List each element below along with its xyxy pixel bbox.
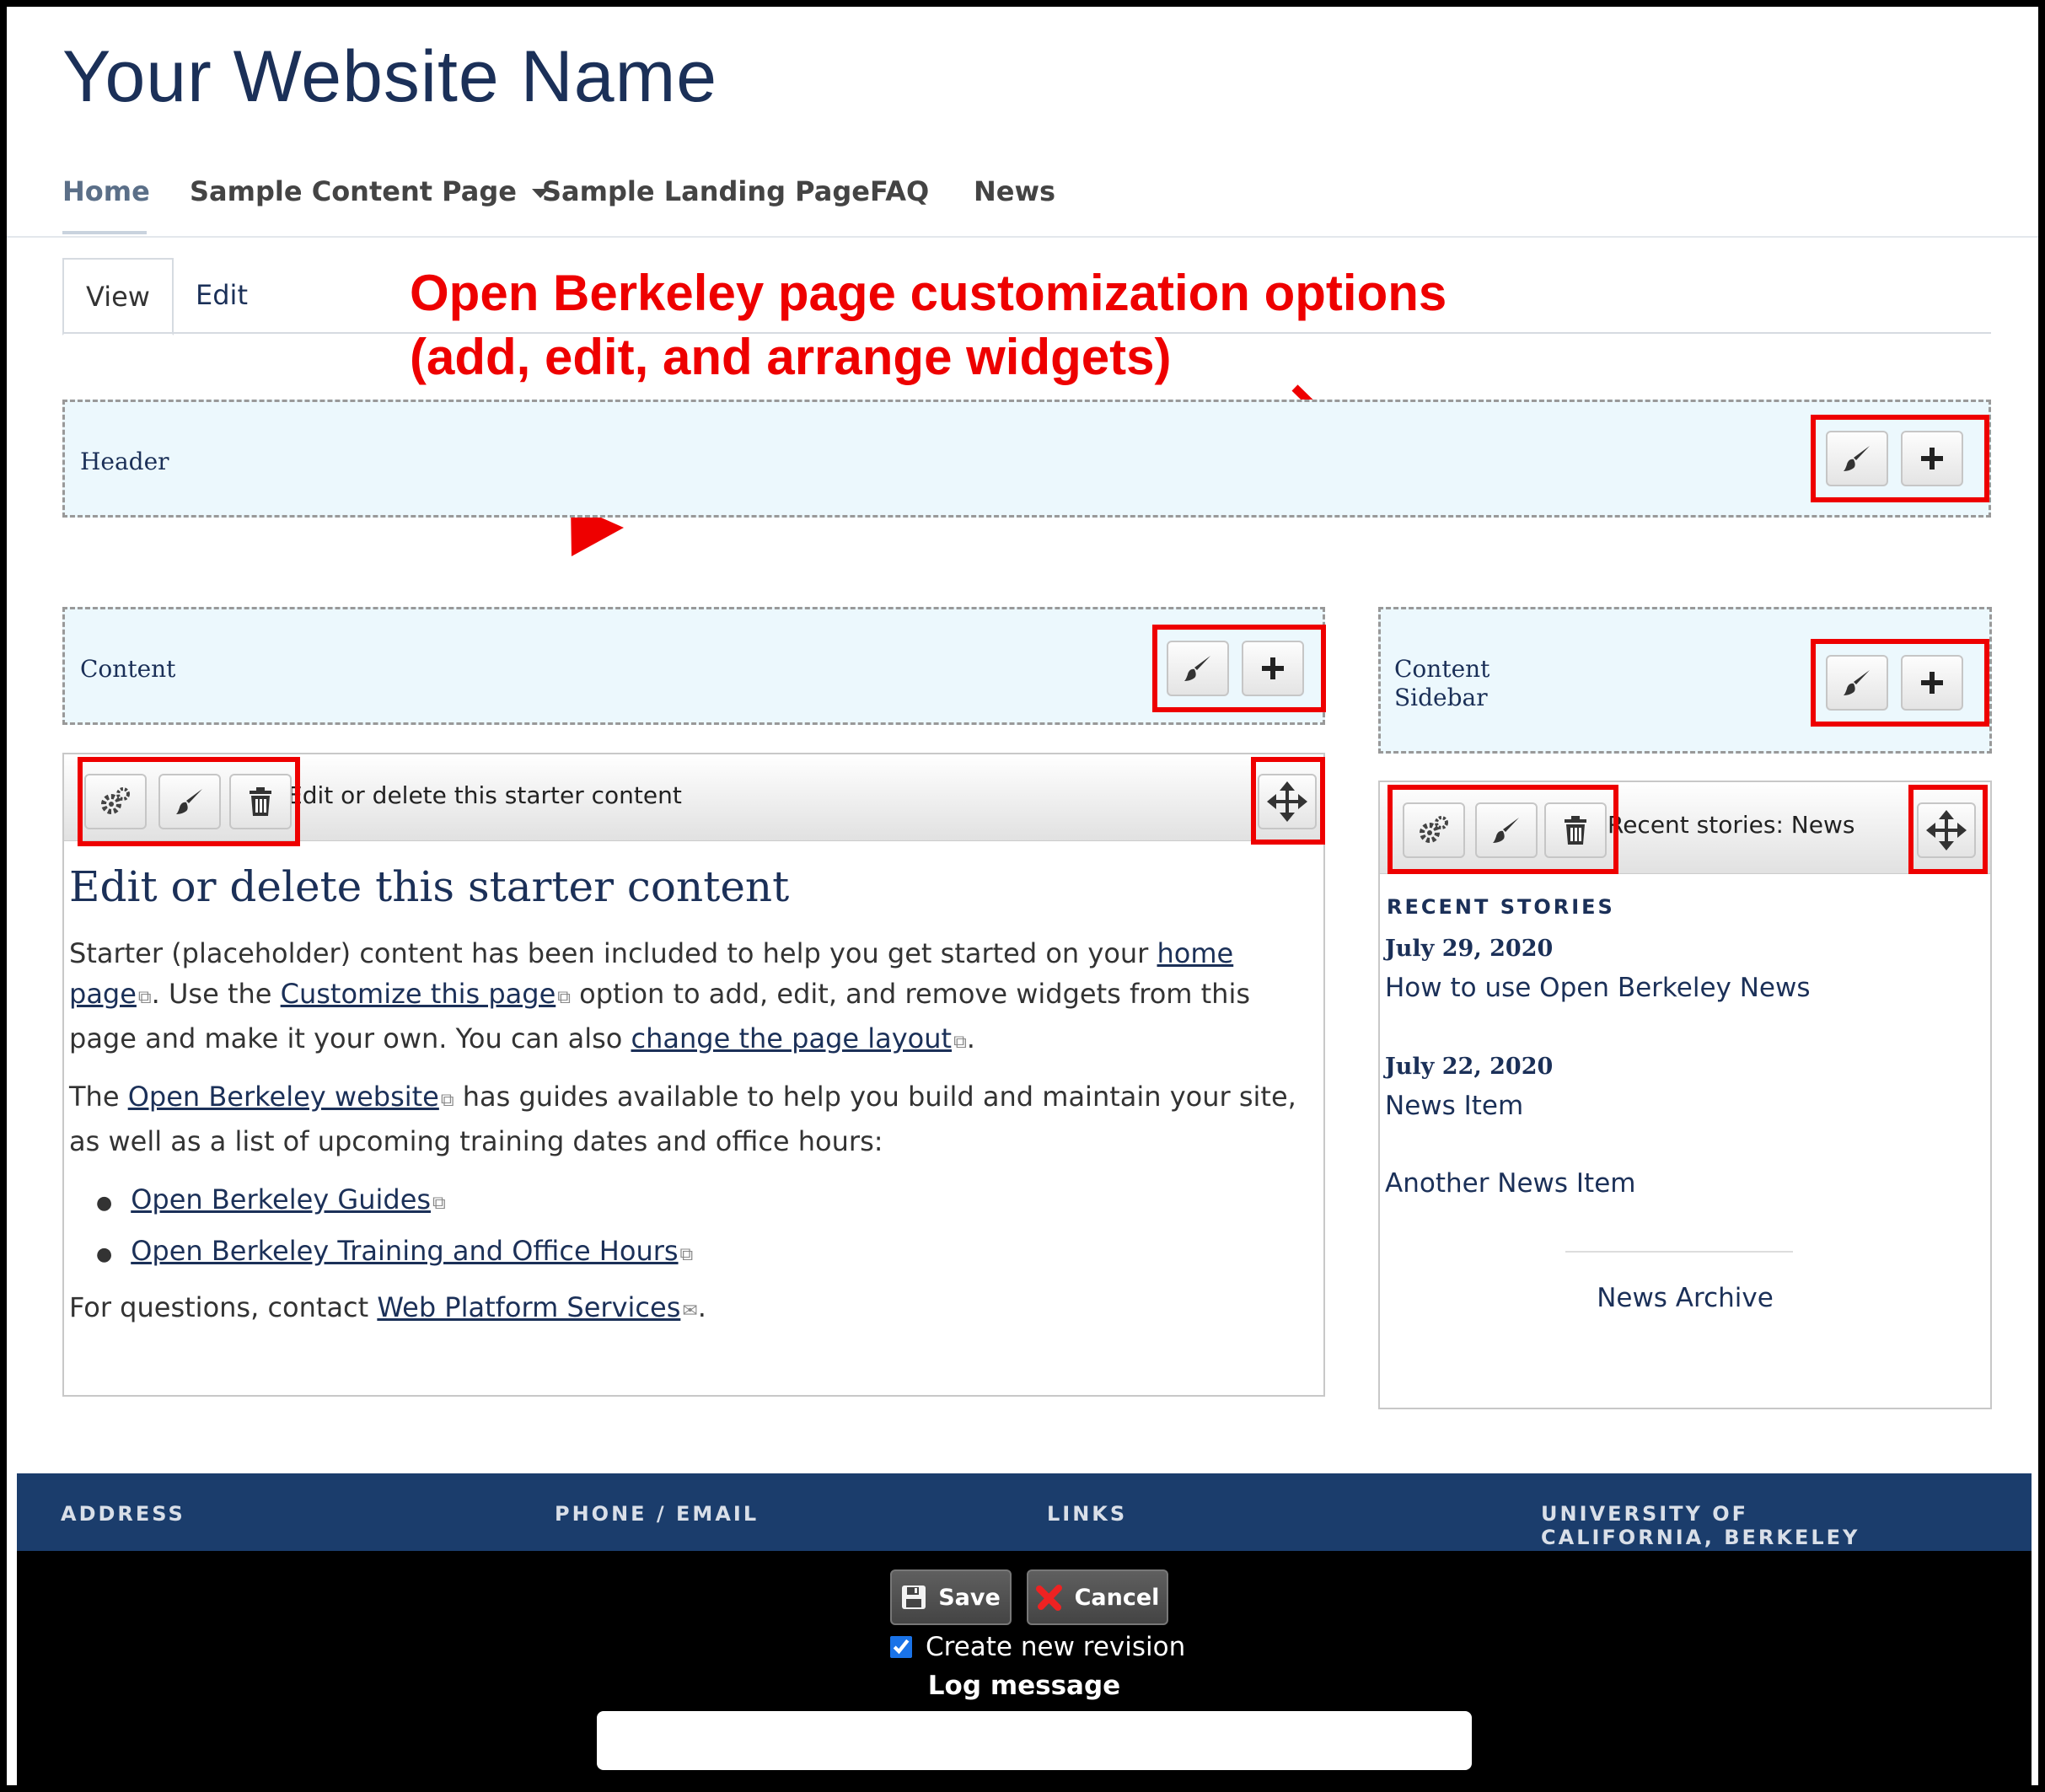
region-label-header: Header [80, 448, 169, 475]
screenshot-frame: Your Website Name Home Sample Content Pa… [7, 7, 2038, 1785]
pane-title: Recent stories: News [1608, 811, 1855, 839]
log-message-field[interactable] [597, 1711, 1472, 1770]
external-link-icon: ⧉ [432, 1193, 446, 1214]
footer-heading-phone-email: PHONE / EMAIL [555, 1502, 759, 1526]
floppy-disk-icon [902, 1585, 926, 1609]
region-content: Content [62, 607, 1325, 725]
story-link[interactable]: How to use Open Berkeley News [1385, 973, 1811, 1003]
story-date: July 22, 2020 [1385, 1054, 1554, 1080]
open-berkeley-guides-link[interactable]: Open Berkeley Guides [131, 1183, 431, 1215]
save-label: Save [938, 1584, 1001, 1611]
highlight-header-controls [1811, 415, 1989, 502]
highlight-sidebar-controls [1811, 639, 1989, 727]
region-label-sidebar-1: Content [1394, 655, 1490, 683]
starter-heading: Edit or delete this starter content [69, 862, 790, 911]
red-x-icon [1035, 1585, 1062, 1611]
training-office-hours-link[interactable]: Open Berkeley Training and Office Hours [131, 1235, 678, 1267]
create-revision-row: Create new revision [890, 1632, 1185, 1662]
create-revision-checkbox[interactable] [890, 1636, 912, 1658]
text: . Use the [151, 978, 281, 1010]
pane-recent-stories: Recent stories: News RECENT STORIES July… [1378, 781, 1992, 1409]
cancel-label: Cancel [1074, 1584, 1160, 1611]
external-link-icon: ⧉ [137, 987, 152, 1008]
story-link[interactable]: News Item [1385, 1091, 1523, 1121]
footer-heading-address: ADDRESS [61, 1502, 185, 1526]
external-link-icon: ⧉ [953, 1032, 967, 1053]
text: . [697, 1291, 706, 1323]
resources-list: ● Open Berkeley Guides⧉ ● Open Berkeley Tr… [96, 1179, 693, 1275]
site-footer: ADDRESS PHONE / EMAIL LINKS UNIVERSITY O… [17, 1473, 2032, 1551]
story-link[interactable]: Another News Item [1385, 1168, 1635, 1199]
footer-heading-links: LINKS [1047, 1502, 1128, 1526]
starter-paragraph-1: Starter (placeholder) content has been i… [69, 933, 1308, 1063]
highlight-starter-move [1251, 757, 1325, 845]
open-berkeley-website-link[interactable]: Open Berkeley website [128, 1081, 439, 1113]
text: For questions, contact [69, 1291, 378, 1323]
region-header: Header [62, 400, 1991, 518]
region-label-sidebar-2: Sidebar [1394, 684, 1488, 711]
web-platform-services-link[interactable]: Web Platform Services [377, 1291, 680, 1323]
highlight-content-controls [1152, 625, 1326, 712]
starter-paragraph-3: For questions, contact Web Platform Serv… [69, 1287, 706, 1332]
list-item: ● Open Berkeley Guides⧉ [96, 1183, 446, 1215]
highlight-starter-controls [78, 757, 300, 846]
text: . [966, 1022, 975, 1054]
region-label-content: Content [80, 655, 176, 683]
list-item: ● Open Berkeley Training and Office Hours… [96, 1235, 694, 1267]
text: The [69, 1081, 128, 1113]
cancel-button[interactable]: Cancel [1027, 1569, 1168, 1625]
highlight-recent-stories-controls [1387, 785, 1618, 874]
external-link-icon: ⧉ [679, 1244, 694, 1265]
log-message-label: Log message [927, 1671, 1121, 1701]
mail-icon: ✉ [682, 1301, 698, 1322]
divider [1565, 1251, 1793, 1253]
recent-stories-heading: RECENT STORIES [1387, 895, 1615, 919]
pane-title: Edit or delete this starter content [287, 781, 682, 809]
starter-paragraph-2: The Open Berkeley website⧉ has guides av… [69, 1076, 1317, 1162]
external-link-icon: ⧉ [557, 987, 571, 1008]
save-button[interactable]: Save [890, 1569, 1012, 1625]
news-archive-link[interactable]: News Archive [1380, 1283, 1990, 1313]
footer-heading-uc-berkeley: UNIVERSITY OF CALIFORNIA, BERKELEY [1541, 1502, 1860, 1549]
pane-starter-content: Edit or delete this starter content Edit… [62, 753, 1325, 1397]
text: Starter (placeholder) content has been i… [69, 937, 1157, 969]
change-layout-link[interactable]: change the page layout [631, 1022, 953, 1054]
story-date: July 29, 2020 [1385, 936, 1554, 962]
panels-edit-bar: Save Cancel Create new revision Log mess… [17, 1551, 2032, 1785]
create-revision-label: Create new revision [926, 1632, 1186, 1662]
customize-page-link[interactable]: Customize this page [281, 978, 556, 1010]
highlight-recent-stories-move [1908, 785, 1988, 874]
external-link-icon: ⧉ [440, 1090, 454, 1111]
